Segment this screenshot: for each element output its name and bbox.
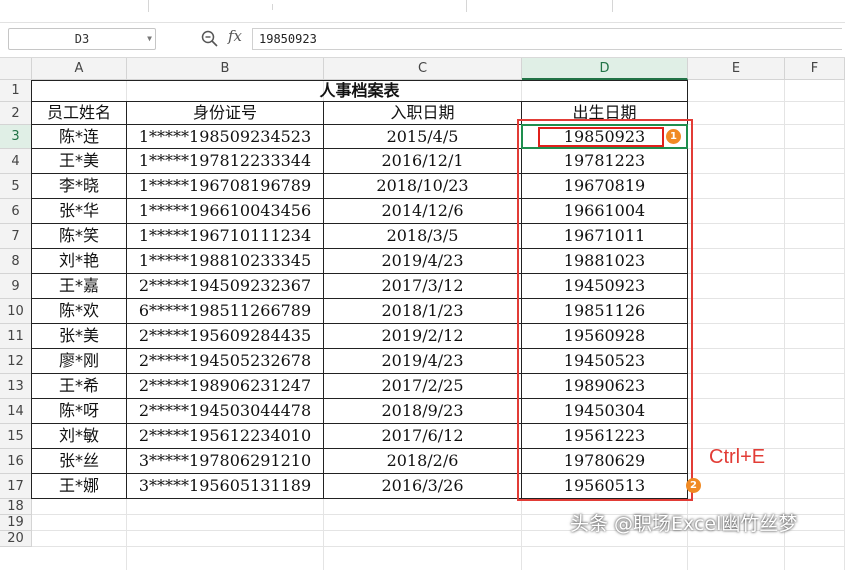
row-header-15[interactable]: 15 bbox=[0, 424, 32, 449]
cell-id-number[interactable]: 2*****194509232367 bbox=[127, 274, 324, 299]
name-box-value: D3 bbox=[74, 32, 90, 46]
cell-employee-name[interactable]: 陈*笑 bbox=[32, 224, 127, 249]
cell-employee-name[interactable]: 陈*连 bbox=[32, 125, 127, 149]
cell-employee-name[interactable]: 王*娜 bbox=[32, 474, 127, 499]
cell-hire-date[interactable]: 2018/9/23 bbox=[324, 399, 522, 424]
cell-hire-date[interactable]: 2018/3/5 bbox=[324, 224, 522, 249]
row-header-8[interactable]: 8 bbox=[0, 249, 32, 274]
row-header-16[interactable]: 16 bbox=[0, 449, 32, 474]
spreadsheet-grid[interactable]: A B C D E F 1 2 3 4 5 6 7 8 9 10 11 12 13 14 15 16 17 18 19 20 人事档… bbox=[0, 58, 845, 570]
cell-id-number[interactable]: 3*****197806291210 bbox=[127, 449, 324, 474]
cell-employee-name[interactable]: 刘*敏 bbox=[32, 424, 127, 449]
table-title[interactable]: 人事档案表 bbox=[32, 80, 688, 102]
cell-employee-name[interactable]: 王*希 bbox=[32, 374, 127, 399]
step-badge-1: 1 bbox=[666, 129, 681, 144]
row-header-6[interactable]: 6 bbox=[0, 199, 32, 224]
cell-employee-name[interactable]: 陈*欢 bbox=[32, 299, 127, 324]
cell-id-number[interactable]: 2*****198906231247 bbox=[127, 374, 324, 399]
cell-hire-date[interactable]: 2019/2/12 bbox=[324, 324, 522, 349]
cell-hire-date[interactable]: 2017/3/12 bbox=[324, 274, 522, 299]
cell-hire-date[interactable]: 2016/12/1 bbox=[324, 149, 522, 174]
cell-hire-date[interactable]: 2016/3/26 bbox=[324, 474, 522, 499]
cell-employee-name[interactable]: 王*嘉 bbox=[32, 274, 127, 299]
cell-id-number[interactable]: 3*****195605131189 bbox=[127, 474, 324, 499]
cell-hire-date[interactable]: 2019/4/23 bbox=[324, 349, 522, 374]
gridline bbox=[32, 546, 845, 547]
shortcut-annotation: Ctrl+E bbox=[709, 446, 766, 468]
row-header-20[interactable]: 20 bbox=[0, 531, 32, 547]
cell-employee-name[interactable]: 陈*呀 bbox=[32, 399, 127, 424]
cell-employee-name[interactable]: 廖*刚 bbox=[32, 349, 127, 374]
row-header-17[interactable]: 17 bbox=[0, 474, 32, 499]
cell-id-number[interactable]: 2*****194503044478 bbox=[127, 399, 324, 424]
ribbon-divider bbox=[272, 4, 273, 10]
select-all-corner[interactable] bbox=[0, 58, 32, 80]
cell-id-number[interactable]: 1*****198509234523 bbox=[127, 125, 324, 149]
row-header-7[interactable]: 7 bbox=[0, 224, 32, 249]
column-header-e[interactable]: E bbox=[688, 58, 785, 80]
row-header-3[interactable]: 3 bbox=[0, 125, 32, 149]
cell-hire-date[interactable]: 2018/2/6 bbox=[324, 449, 522, 474]
row-header-5[interactable]: 5 bbox=[0, 174, 32, 199]
step-badge-2: 2 bbox=[686, 478, 701, 493]
cell-id-number[interactable]: 2*****195609284435 bbox=[127, 324, 324, 349]
formula-bar: D3 ▼ fx 19850923 bbox=[0, 23, 845, 58]
row-header-18[interactable]: 18 bbox=[0, 499, 32, 515]
highlight-column-range bbox=[517, 119, 693, 501]
row-header-10[interactable]: 10 bbox=[0, 299, 32, 324]
cell-employee-name[interactable]: 王*美 bbox=[32, 149, 127, 174]
column-header-a[interactable]: A bbox=[32, 58, 127, 80]
row-header-19[interactable]: 19 bbox=[0, 515, 32, 531]
cell-id-number[interactable]: 2*****194505232678 bbox=[127, 349, 324, 374]
cell-hire-date[interactable]: 2018/10/23 bbox=[324, 174, 522, 199]
row-header-1[interactable]: 1 bbox=[0, 80, 32, 102]
column-header-c[interactable]: C bbox=[324, 58, 522, 80]
column-header-b[interactable]: B bbox=[127, 58, 324, 80]
cell-id-number[interactable]: 1*****196708196789 bbox=[127, 174, 324, 199]
gridline bbox=[784, 80, 785, 570]
row-header-13[interactable]: 13 bbox=[0, 374, 32, 399]
row-header-11[interactable]: 11 bbox=[0, 324, 32, 349]
cell-employee-name[interactable]: 张*华 bbox=[32, 199, 127, 224]
cell-id-number[interactable]: 1*****196610043456 bbox=[127, 199, 324, 224]
cell-id-number[interactable]: 1*****198810233345 bbox=[127, 249, 324, 274]
cell-id-number[interactable]: 1*****196710111234 bbox=[127, 224, 324, 249]
column-header-f[interactable]: F bbox=[785, 58, 845, 80]
cell-hire-date[interactable]: 2017/2/25 bbox=[324, 374, 522, 399]
zoom-icon[interactable] bbox=[200, 29, 220, 49]
cell-hire-date[interactable]: 2019/4/23 bbox=[324, 249, 522, 274]
ribbon-divider bbox=[148, 0, 149, 12]
cell-hire-date[interactable]: 2014/12/6 bbox=[324, 199, 522, 224]
chevron-down-icon[interactable]: ▼ bbox=[147, 29, 152, 49]
cell-id-number[interactable]: 2*****195612234010 bbox=[127, 424, 324, 449]
cell-employee-name[interactable]: 李*晓 bbox=[32, 174, 127, 199]
row-header-12[interactable]: 12 bbox=[0, 349, 32, 374]
column-header-d[interactable]: D bbox=[522, 58, 688, 80]
row-header-4[interactable]: 4 bbox=[0, 149, 32, 174]
cell-hire-date[interactable]: 2015/4/5 bbox=[324, 125, 522, 149]
row-header-14[interactable]: 14 bbox=[0, 399, 32, 424]
table-border bbox=[31, 80, 32, 499]
watermark: 头条 @职场Excel幽竹丝梦 bbox=[570, 513, 798, 535]
ribbon-divider bbox=[612, 0, 613, 12]
header-employee-name[interactable]: 员工姓名 bbox=[32, 102, 127, 125]
cell-id-number[interactable]: 1*****197812233344 bbox=[127, 149, 324, 174]
formula-input[interactable]: 19850923 bbox=[252, 28, 842, 50]
row-header-2[interactable]: 2 bbox=[0, 102, 32, 125]
cell-hire-date[interactable]: 2018/1/23 bbox=[324, 299, 522, 324]
cell-employee-name[interactable]: 张*丝 bbox=[32, 449, 127, 474]
name-box[interactable]: D3 ▼ bbox=[8, 28, 156, 50]
cell-hire-date[interactable]: 2017/6/12 bbox=[324, 424, 522, 449]
cell-employee-name[interactable]: 张*美 bbox=[32, 324, 127, 349]
header-id-number[interactable]: 身份证号 bbox=[127, 102, 324, 125]
table-border bbox=[31, 80, 688, 81]
cell-employee-name[interactable]: 刘*艳 bbox=[32, 249, 127, 274]
ribbon-strip bbox=[0, 0, 845, 23]
cell-id-number[interactable]: 6*****198511266789 bbox=[127, 299, 324, 324]
ribbon-divider bbox=[466, 0, 467, 12]
row-header-9[interactable]: 9 bbox=[0, 274, 32, 299]
fx-icon[interactable]: fx bbox=[228, 27, 242, 45]
header-hire-date[interactable]: 入职日期 bbox=[324, 102, 522, 125]
